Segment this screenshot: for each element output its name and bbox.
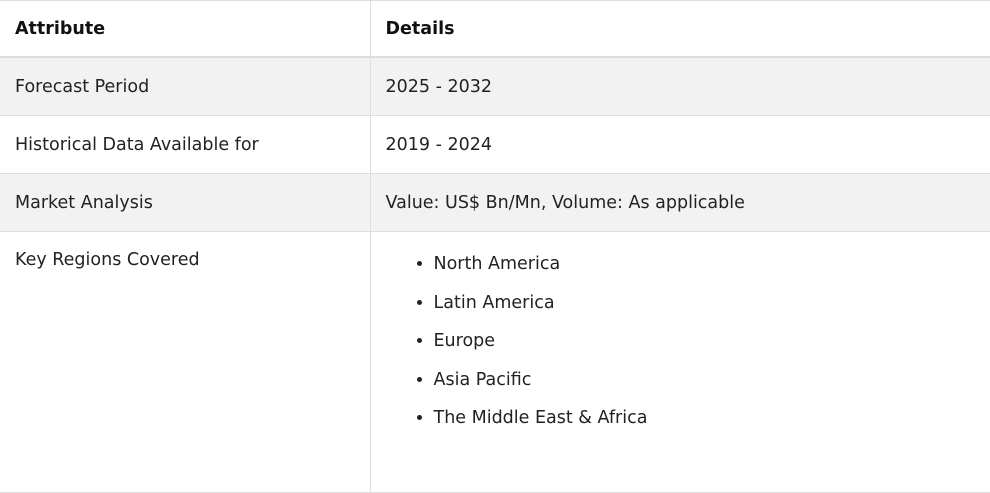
details-cell: 2019 - 2024 xyxy=(369,115,990,174)
list-item: Europe xyxy=(434,329,975,353)
attribute-cell: Key Regions Covered xyxy=(0,231,371,493)
table-row: Historical Data Available for 2019 - 202… xyxy=(0,115,990,174)
table-row: Market Analysis Value: US$ Bn/Mn, Volume… xyxy=(0,173,990,232)
attribute-cell: Historical Data Available for xyxy=(0,115,371,174)
table-header-row: Attribute Details xyxy=(0,0,990,58)
list-item: Latin America xyxy=(434,291,975,315)
table-row: Forecast Period 2025 - 2032 xyxy=(0,56,990,116)
table-row: Key Regions Covered North America Latin … xyxy=(0,231,990,493)
details-cell: North America Latin America Europe Asia … xyxy=(369,231,990,493)
details-cell: Value: US$ Bn/Mn, Volume: As applicable xyxy=(369,173,990,232)
header-details: Details xyxy=(369,0,990,58)
details-cell: 2025 - 2032 xyxy=(369,56,990,116)
list-item: North America xyxy=(434,252,975,276)
attribute-cell: Market Analysis xyxy=(0,173,371,232)
regions-list: North America Latin America Europe Asia … xyxy=(386,252,975,430)
report-attributes-table: Attribute Details Forecast Period 2025 -… xyxy=(0,0,990,493)
attribute-cell: Forecast Period xyxy=(0,56,371,116)
list-item: Asia Pacific xyxy=(434,368,975,392)
list-item: The Middle East & Africa xyxy=(434,406,975,430)
header-attribute: Attribute xyxy=(0,0,371,58)
